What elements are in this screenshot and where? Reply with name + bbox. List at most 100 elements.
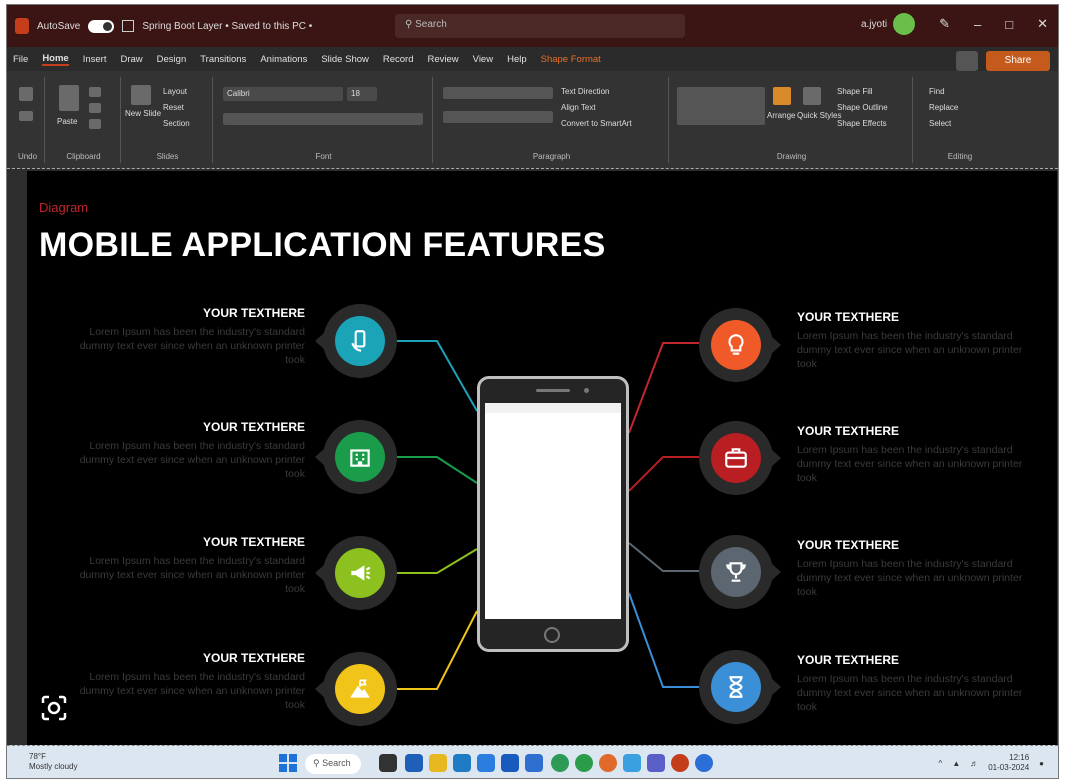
feature-description[interactable]: Lorem Ipsum has been the industry's stan…	[797, 443, 1037, 485]
tab-view[interactable]: View	[473, 54, 493, 65]
alignment-buttons[interactable]	[443, 111, 553, 123]
feature-hub[interactable]	[699, 421, 781, 495]
layout-button[interactable]: Layout	[163, 87, 187, 96]
replace-button[interactable]: Replace	[929, 103, 958, 112]
tab-transitions[interactable]: Transitions	[200, 54, 246, 65]
feature-hub[interactable]	[315, 304, 397, 378]
list-buttons[interactable]	[443, 87, 553, 99]
feature-hub[interactable]	[315, 420, 397, 494]
tab-home[interactable]: Home	[42, 53, 69, 66]
notification-icon[interactable]: ●	[1039, 759, 1044, 768]
shape-fill-button[interactable]: Shape Fill	[837, 87, 873, 96]
tab-help[interactable]: Help	[507, 54, 527, 65]
tab-draw[interactable]: Draw	[120, 54, 142, 65]
undo-icon[interactable]	[19, 87, 33, 101]
paste-icon[interactable]	[59, 85, 79, 111]
camera-lens-icon[interactable]	[39, 693, 69, 723]
paste-label[interactable]: Paste	[57, 117, 77, 126]
feature-heading[interactable]: YOUR TEXTHERE	[65, 420, 305, 434]
quick-styles-icon[interactable]	[803, 87, 821, 105]
feature-hub[interactable]	[699, 535, 781, 609]
select-button[interactable]: Select	[929, 119, 951, 128]
copy-icon[interactable]	[89, 103, 101, 113]
redo-icon[interactable]	[19, 111, 33, 121]
save-icon[interactable]	[122, 20, 135, 32]
arrange-icon[interactable]	[773, 87, 791, 105]
tab-slide-show[interactable]: Slide Show	[321, 54, 369, 65]
comments-button[interactable]	[956, 51, 978, 71]
feature-hub[interactable]	[699, 308, 781, 382]
align-text-button[interactable]: Align Text	[561, 103, 596, 112]
feature-heading[interactable]: YOUR TEXTHERE	[797, 653, 899, 667]
close-icon[interactable]: ✕	[1037, 16, 1048, 32]
phone-mockup[interactable]	[477, 376, 629, 652]
shapes-gallery[interactable]	[677, 87, 765, 125]
tab-file[interactable]: File	[13, 54, 28, 65]
arrange-button[interactable]: Arrange	[767, 111, 795, 120]
tab-record[interactable]: Record	[383, 54, 414, 65]
convert-smartart-button[interactable]: Convert to SmartArt	[561, 119, 632, 128]
app-icon[interactable]	[405, 754, 423, 772]
taskbar-search[interactable]: ⚲ Search	[305, 754, 361, 774]
feature-description[interactable]: Lorem Ipsum has been the industry's stan…	[65, 325, 305, 367]
feature-description[interactable]: Lorem Ipsum has been the industry's stan…	[65, 670, 305, 712]
feature-description[interactable]: Lorem Ipsum has been the industry's stan…	[797, 557, 1037, 599]
chrome-icon[interactable]	[551, 754, 569, 772]
edge-icon[interactable]	[453, 754, 471, 772]
app-icon[interactable]	[525, 754, 543, 772]
reset-button[interactable]: Reset	[163, 103, 184, 112]
word-icon[interactable]	[501, 754, 519, 772]
search-input[interactable]: ⚲ Search	[395, 14, 685, 38]
feature-heading[interactable]: YOUR TEXTHERE	[797, 424, 899, 438]
chevron-up-icon[interactable]: ^	[939, 759, 943, 768]
feature-hub[interactable]	[315, 652, 397, 726]
feature-description[interactable]: Lorem Ipsum has been the industry's stan…	[65, 554, 305, 596]
cut-icon[interactable]	[89, 87, 101, 97]
feature-heading[interactable]: YOUR TEXTHERE	[65, 651, 305, 665]
share-button[interactable]: Share	[986, 51, 1050, 71]
avatar[interactable]	[893, 13, 916, 35]
feature-hub[interactable]	[699, 650, 781, 724]
weather-widget[interactable]: 78°F Mostly cloudy	[29, 752, 77, 772]
app-icon[interactable]	[623, 754, 641, 772]
user-name[interactable]: a.jyoti	[861, 19, 887, 30]
tab-insert[interactable]: Insert	[83, 54, 107, 65]
text-direction-button[interactable]: Text Direction	[561, 87, 609, 96]
tab-review[interactable]: Review	[428, 54, 459, 65]
minimize-icon[interactable]: –	[974, 17, 981, 32]
maximize-icon[interactable]: □	[1005, 17, 1013, 32]
format-painter-icon[interactable]	[89, 119, 101, 129]
app-icon[interactable]	[477, 754, 495, 772]
quick-styles-button[interactable]: Quick Styles	[797, 111, 841, 120]
feature-description[interactable]: Lorem Ipsum has been the industry's stan…	[797, 329, 1037, 371]
feature-heading[interactable]: YOUR TEXTHERE	[65, 306, 305, 320]
shape-outline-button[interactable]: Shape Outline	[837, 103, 888, 112]
new-slide-label[interactable]: New Slide	[125, 109, 161, 118]
feature-heading[interactable]: YOUR TEXTHERE	[65, 535, 305, 549]
new-slide-icon[interactable]	[131, 85, 151, 105]
tab-design[interactable]: Design	[157, 54, 187, 65]
feature-description[interactable]: Lorem Ipsum has been the industry's stan…	[65, 439, 305, 481]
powerpoint-taskbar-icon[interactable]	[671, 754, 689, 772]
volume-icon[interactable]: ♬	[970, 759, 978, 768]
feature-heading[interactable]: YOUR TEXTHERE	[797, 310, 899, 324]
tab-animations[interactable]: Animations	[260, 54, 307, 65]
feature-description[interactable]: Lorem Ipsum has been the industry's stan…	[797, 672, 1037, 714]
shape-effects-button[interactable]: Shape Effects	[837, 119, 887, 128]
slide-canvas[interactable]: Diagram MOBILE APPLICATION FEATURES YOUR…	[27, 171, 1057, 745]
wifi-icon[interactable]: ▲	[952, 759, 960, 768]
app-icon[interactable]	[599, 754, 617, 772]
app-icon[interactable]	[647, 754, 665, 772]
tab-shape-format[interactable]: Shape Format	[541, 54, 601, 65]
file-explorer-icon[interactable]	[429, 754, 447, 772]
taskview-icon[interactable]	[379, 754, 397, 772]
find-button[interactable]: Find	[929, 87, 945, 96]
section-button[interactable]: Section	[163, 119, 190, 128]
feature-heading[interactable]: YOUR TEXTHERE	[797, 538, 899, 552]
document-title[interactable]: Spring Boot Layer • Saved to this PC •	[142, 21, 312, 32]
clock[interactable]: 12:16 01-03-2024	[988, 753, 1029, 773]
font-formatting-buttons[interactable]	[223, 113, 423, 125]
autosave-toggle[interactable]	[88, 19, 115, 33]
pen-icon[interactable]: ✎	[939, 16, 950, 32]
feature-hub[interactable]	[315, 536, 397, 610]
